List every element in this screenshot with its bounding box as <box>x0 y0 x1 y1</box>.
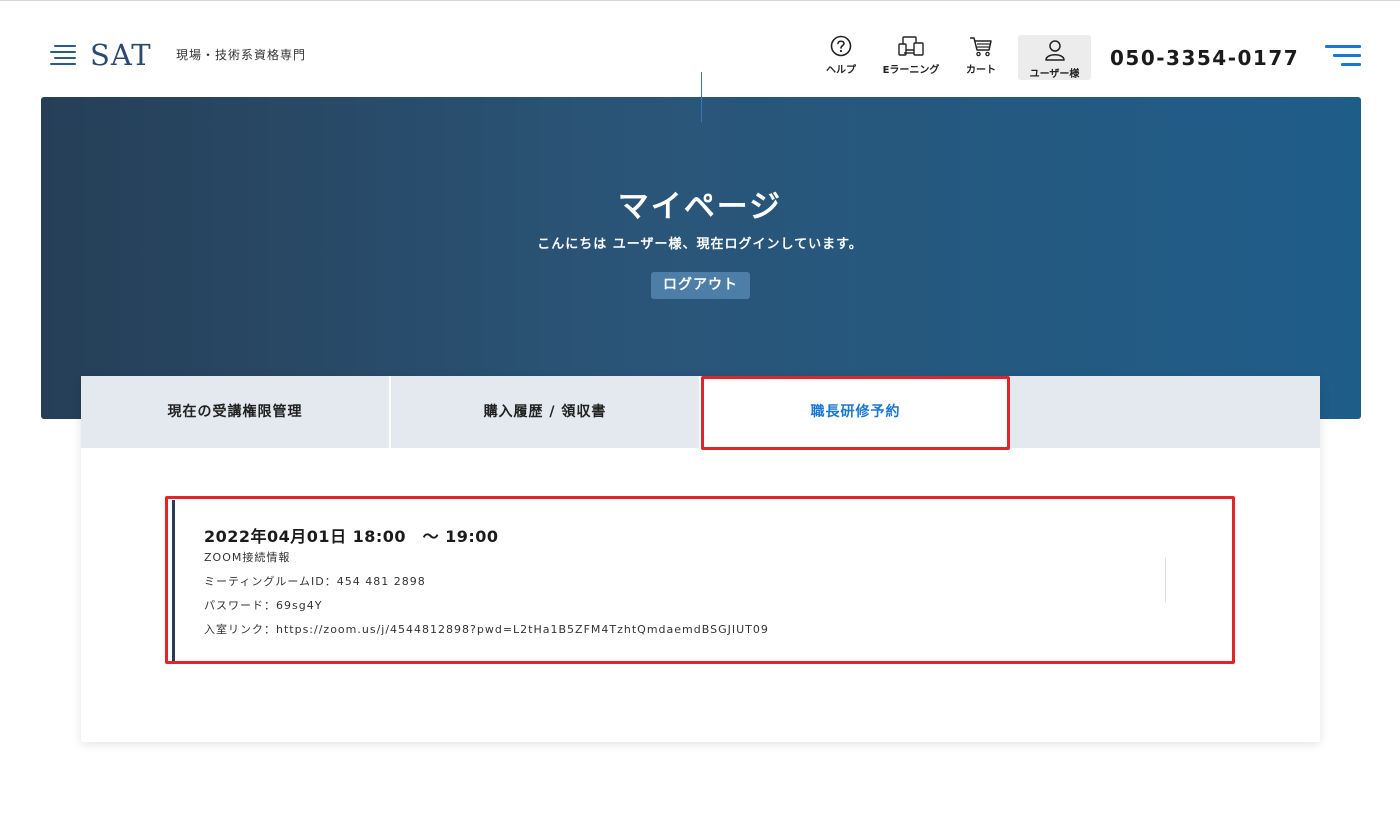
meeting-password: パスワード：69sg4Y <box>204 599 323 612</box>
logo-text: SAT <box>90 38 152 72</box>
help-link[interactable]: ヘルプ <box>823 35 859 76</box>
user-label: ユーザー様 <box>1029 69 1080 80</box>
logo-subtitle: 現場・技術系資格専門 <box>176 48 307 62</box>
phone-number[interactable]: 050-3354-0177 <box>1110 46 1299 70</box>
site-logo[interactable]: SAT <box>50 38 152 72</box>
user-icon <box>1044 40 1065 61</box>
cart-label: カート <box>966 65 996 76</box>
logo-lines-icon <box>50 43 78 67</box>
tab-course-access[interactable]: 現在の受講権限管理 <box>81 376 389 448</box>
help-icon <box>830 35 852 57</box>
user-link[interactable]: ユーザー様 <box>1018 39 1091 80</box>
meeting-link[interactable]: 入室リンク：https://zoom.us/j/4544812898?pwd=L… <box>204 621 769 637</box>
zoom-heading: ZOOM接続情報 <box>204 551 291 564</box>
entry-divider <box>1165 558 1166 602</box>
elearning-icon <box>898 36 924 56</box>
hamburger-menu-icon[interactable] <box>1325 45 1361 67</box>
elearning-link[interactable]: Eラーニング <box>876 35 946 76</box>
cart-link[interactable]: カート <box>961 35 1001 76</box>
top-border <box>0 0 1400 1</box>
help-label: ヘルプ <box>826 65 856 76</box>
mypage-hero-banner <box>41 97 1361 419</box>
logout-button[interactable]: ログアウト <box>651 272 750 299</box>
meeting-id: ミーティングルームID：454 481 2898 <box>204 575 426 588</box>
scroll-indicator-line <box>701 72 702 122</box>
tab-purchase-history[interactable]: 購入履歴 / 領収書 <box>391 376 699 448</box>
login-greeting: こんにちは ユーザー様、現在ログインしています。 <box>537 237 863 252</box>
reservation-datetime: 2022年04月01日 18:00 ～ 19:00 <box>204 527 499 546</box>
page-title: マイページ <box>617 189 783 225</box>
tab-foreman-training-booking[interactable]: 職長研修予約 <box>701 376 1010 448</box>
elearning-label: Eラーニング <box>882 65 940 76</box>
cart-icon <box>970 37 992 57</box>
